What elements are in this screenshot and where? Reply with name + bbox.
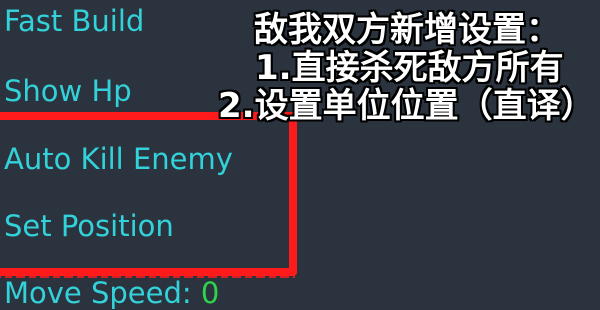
highlight-box	[0, 112, 297, 278]
fast-build-label: Fast Build	[4, 4, 145, 38]
move-speed-setting[interactable]: Move Speed: 0	[4, 279, 219, 308]
move-speed-label: Move Speed:	[4, 276, 192, 310]
show-hp-label: Show Hp	[4, 74, 132, 108]
fast-build-toggle[interactable]: Fast Build	[4, 7, 144, 36]
show-hp-toggle[interactable]: Show Hp	[4, 77, 132, 106]
annotation-line-2: 2.设置单位位置（直译）	[218, 86, 595, 126]
move-speed-value: 0	[200, 276, 220, 310]
